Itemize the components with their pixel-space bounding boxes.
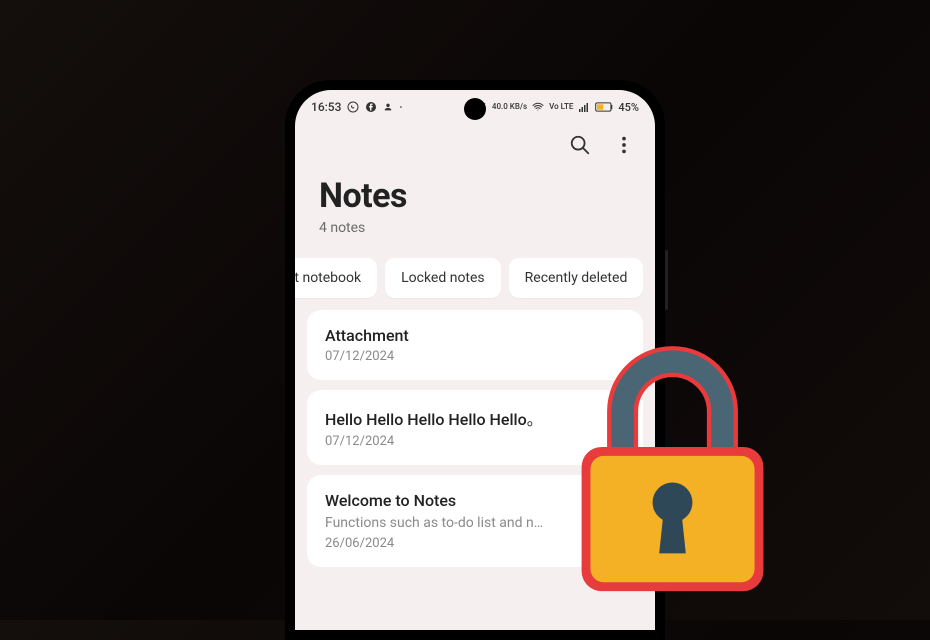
wifi-icon: [532, 101, 544, 113]
more-vertical-icon: [613, 134, 635, 156]
app-toolbar: [295, 120, 655, 168]
status-right: 40.0 KB/s Vo LTE 45%: [475, 101, 639, 114]
note-title: Attachment: [325, 326, 625, 345]
search-button[interactable]: [569, 134, 591, 160]
chip-default-notebook[interactable]: lt notebook: [295, 258, 377, 298]
whatsapp-icon: [347, 101, 359, 113]
battery-percent: 45%: [618, 101, 639, 114]
power-button: [665, 250, 668, 310]
data-rate: 40.0 KB/s: [492, 103, 527, 111]
page-title: Notes: [319, 176, 631, 216]
note-count: 4 notes: [319, 220, 631, 236]
filter-chips: lt notebook Locked notes Recently delete…: [295, 252, 655, 310]
chip-recently-deleted[interactable]: Recently deleted: [509, 258, 644, 298]
camera-notch: [464, 98, 486, 120]
status-left: 16:53 •: [311, 100, 402, 114]
status-dot: •: [399, 103, 402, 112]
status-time: 16:53: [311, 100, 341, 114]
lock-icon: [560, 345, 785, 600]
signal-icon: [578, 101, 590, 113]
person-icon: [383, 102, 393, 112]
page-header: Notes 4 notes: [295, 168, 655, 252]
search-icon: [569, 134, 591, 156]
battery-icon: [595, 101, 613, 113]
facebook-icon: [365, 101, 377, 113]
lte-label: Vo LTE: [549, 103, 573, 111]
chip-locked-notes[interactable]: Locked notes: [385, 258, 501, 298]
more-menu-button[interactable]: [613, 134, 635, 160]
